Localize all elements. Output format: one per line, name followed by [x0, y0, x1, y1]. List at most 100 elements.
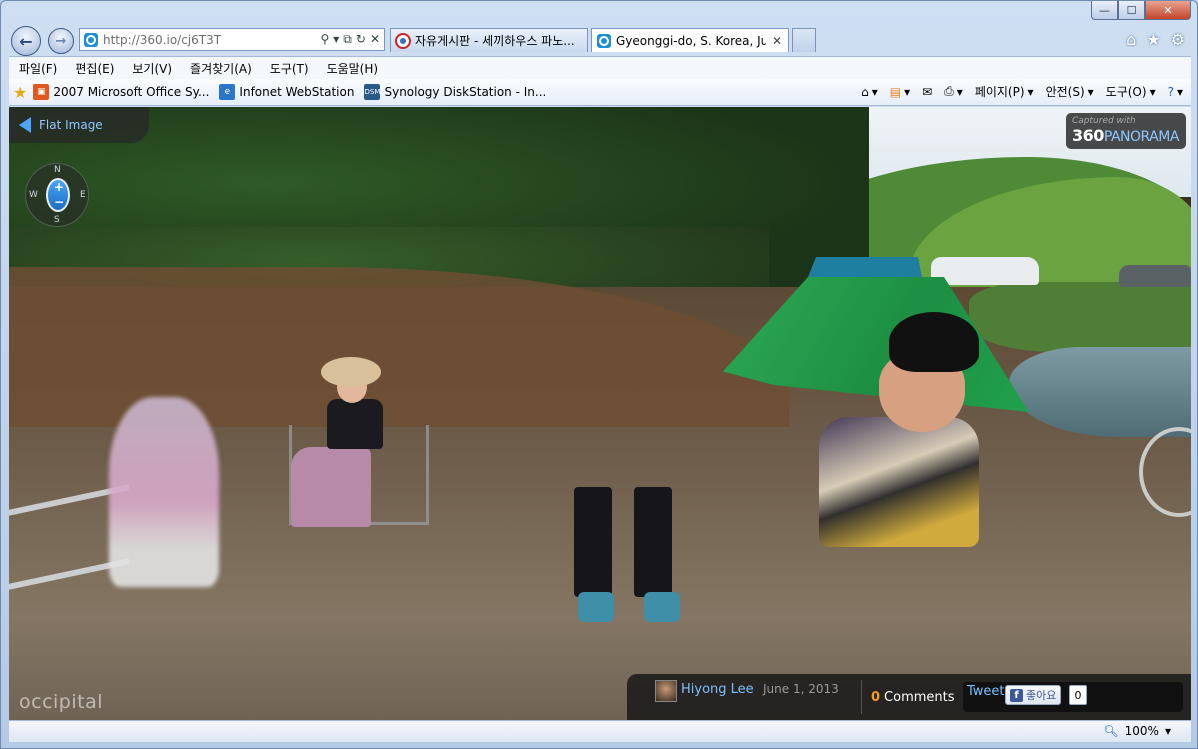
close-tab-icon[interactable]: ✕: [772, 34, 782, 48]
close-window-button[interactable]: ✕: [1145, 1, 1191, 20]
like-label: 좋아요: [1026, 689, 1057, 702]
home-icon: ⌂: [861, 84, 869, 99]
favorite-label: 2007 Microsoft Office Sy...: [53, 85, 210, 99]
menu-file[interactable]: 파일(F): [19, 60, 57, 77]
board-favicon-icon: [395, 32, 411, 49]
back-button[interactable]: ←: [11, 26, 41, 56]
search-icon[interactable]: ⚲: [320, 32, 329, 47]
office-icon: ▣: [33, 84, 50, 100]
maximize-button[interactable]: ☐: [1118, 1, 1145, 20]
feeds-command[interactable]: ▤ ▾: [890, 85, 910, 99]
forward-button[interactable]: →: [48, 28, 74, 54]
address-url[interactable]: http://360.io/cj6T3T: [103, 33, 320, 47]
home-icon[interactable]: ⌂: [1126, 30, 1136, 49]
facebook-like-button[interactable]: f 좋아요: [1005, 685, 1062, 705]
tab-panorama[interactable]: Gyeonggi-do, S. Korea, Jun... ✕: [591, 28, 789, 52]
menu-tools[interactable]: 도구(T): [270, 60, 309, 77]
zoom-level-control[interactable]: 🔍︎ 100% ▾: [1103, 724, 1171, 738]
compass-west: W: [29, 190, 38, 200]
address-bar[interactable]: http://360.io/cj6T3T ⚲ ▾ ⧉ ↻ ✕: [79, 28, 385, 51]
site-favicon-icon: [84, 32, 98, 47]
facebook-icon: f: [1010, 688, 1023, 702]
refresh-icon[interactable]: ↻: [356, 32, 366, 47]
help-icon: ?: [1167, 84, 1174, 99]
blurred-child: [109, 397, 219, 587]
home-command[interactable]: ⌂ ▾: [861, 85, 878, 99]
tools-menu-label: 도구(O): [1105, 85, 1147, 99]
compass-south: S: [54, 215, 60, 225]
status-bar: 🔍︎ 100% ▾: [9, 720, 1191, 742]
compat-view-icon[interactable]: ⧉: [343, 32, 352, 47]
back-arrow-icon: [19, 117, 31, 133]
chevron-down-icon: ▾: [1164, 724, 1171, 738]
favorite-label: Synology DiskStation - In...: [384, 85, 547, 99]
safety-menu[interactable]: 안전(S) ▾: [1046, 83, 1094, 100]
minimize-button[interactable]: —: [1091, 1, 1118, 20]
new-tab-button[interactable]: [792, 28, 816, 52]
help-menu[interactable]: ? ▾: [1168, 85, 1183, 99]
zoom-magnifier-icon: 🔍︎: [1103, 724, 1119, 738]
zoom-control: + −: [46, 178, 70, 212]
compass-north: N: [54, 165, 61, 175]
panorama-favicon-icon: [597, 33, 611, 48]
360-panorama-badge[interactable]: Captured with 360PANORAMA: [1066, 113, 1186, 149]
like-count: 0: [1069, 685, 1087, 705]
favorites-star-icon[interactable]: ★: [1146, 30, 1160, 49]
rss-icon: ▤: [889, 84, 902, 99]
tab-board[interactable]: 자유게시판 - 세끼하우스 파노...: [390, 28, 588, 52]
author-link[interactable]: Hiyong Lee: [681, 682, 754, 697]
tools-menu[interactable]: 도구(O) ▾: [1106, 83, 1156, 100]
menu-edit[interactable]: 편집(E): [75, 60, 114, 77]
comments-link[interactable]: 0 Comments: [871, 690, 955, 705]
favorite-synology[interactable]: DSM Synology DiskStation - In...: [364, 84, 546, 100]
avatar[interactable]: [655, 680, 677, 702]
brand-caption: Captured with: [1072, 116, 1136, 126]
browser-right-icons: ⌂ ★ ⚙: [1126, 30, 1185, 49]
favorites-star-icon[interactable]: ★: [13, 83, 27, 102]
favorite-office[interactable]: ▣ 2007 Microsoft Office Sy...: [33, 84, 209, 100]
page-menu[interactable]: 페이지(P) ▾: [975, 83, 1034, 100]
brand-word: PANORAMA: [1103, 129, 1180, 145]
social-buttons: Tweet f 좋아요 0: [963, 682, 1183, 712]
tweet-button[interactable]: Tweet: [967, 684, 1005, 699]
back-arrow-icon: ←: [19, 31, 33, 51]
capture-date: June 1, 2013: [763, 682, 839, 696]
dark-car: [1119, 265, 1191, 287]
flat-image-button[interactable]: Flat Image: [9, 107, 149, 143]
ie-icon: e: [219, 84, 236, 100]
panorama-info-footer: Hiyong Lee June 1, 2013 0 Comments Tweet …: [627, 674, 1191, 720]
favorite-infonet[interactable]: e Infonet WebStation: [219, 84, 354, 100]
zoom-level: 100%: [1124, 724, 1159, 738]
brand-name: 360PANORAMA: [1072, 126, 1180, 147]
menu-view[interactable]: 보기(V): [132, 60, 172, 77]
tab-label: 자유게시판 - 세끼하우스 파노...: [415, 34, 575, 48]
comments-label: Comments: [884, 690, 955, 705]
comment-count: 0: [871, 690, 881, 705]
menu-help[interactable]: 도움말(H): [327, 60, 379, 77]
settings-gear-icon[interactable]: ⚙: [1171, 30, 1185, 49]
tab-label: Gyeonggi-do, S. Korea, Jun...: [616, 33, 766, 48]
printer-icon: ⎙: [944, 84, 954, 98]
menu-bar: 파일(F) 편집(E) 보기(V) 즐겨찾기(A) 도구(T) 도움말(H): [9, 56, 1191, 79]
mail-command[interactable]: ✉: [922, 85, 932, 99]
compass-east: E: [80, 190, 86, 200]
compass-control[interactable]: N S W E + −: [25, 163, 89, 227]
occipital-watermark: occipital: [19, 691, 104, 713]
mail-icon: ✉: [922, 84, 933, 99]
brand-number: 360: [1072, 126, 1104, 145]
flat-image-label: Flat Image: [39, 118, 103, 132]
dropdown-icon[interactable]: ▾: [333, 32, 339, 47]
standing-legs: [574, 487, 694, 627]
window-caption-buttons: — ☐ ✕: [1091, 1, 1191, 20]
menu-favorites[interactable]: 즐겨찾기(A): [190, 60, 252, 77]
page-menu-label: 페이지(P): [974, 85, 1025, 99]
zoom-out-button[interactable]: −: [54, 196, 64, 208]
favorite-label: Infonet WebStation: [239, 85, 355, 99]
boy-with-glasses: [819, 312, 989, 547]
print-command[interactable]: ⎙ ▾: [944, 84, 963, 99]
stop-icon[interactable]: ✕: [370, 32, 380, 47]
browser-window: — ☐ ✕ ← → http://360.io/cj6T3T ⚲ ▾ ⧉ ↻ ✕…: [0, 0, 1198, 749]
zoom-in-button[interactable]: +: [54, 181, 64, 193]
dsm-icon: DSM: [364, 84, 381, 100]
panorama-viewer[interactable]: Flat Image Captured with 360PANORAMA N S…: [9, 107, 1191, 720]
